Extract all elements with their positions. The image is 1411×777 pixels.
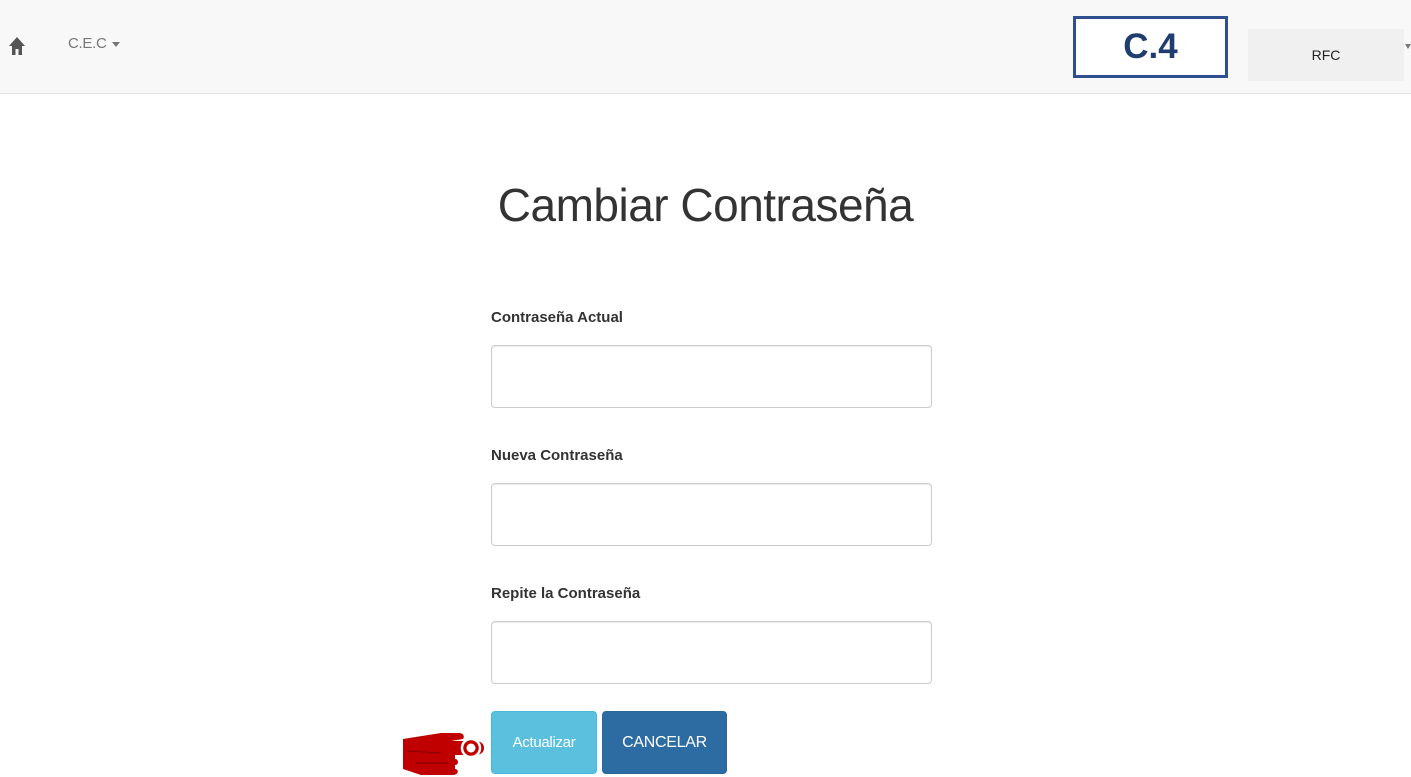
brand-label: C.E.C xyxy=(68,35,107,52)
brand-dropdown[interactable]: C.E.C xyxy=(68,35,120,52)
current-password-field[interactable] xyxy=(491,345,932,408)
user-menu[interactable]: RFC xyxy=(1248,29,1404,81)
cancel-button[interactable]: CANCELAR xyxy=(602,711,727,774)
current-password-label: Contraseña Actual xyxy=(491,309,623,326)
update-button[interactable]: Actualizar xyxy=(491,711,597,774)
new-password-label: Nueva Contraseña xyxy=(491,447,623,464)
page-title: Cambiar Contraseña xyxy=(497,179,914,231)
repeat-password-field[interactable] xyxy=(491,621,932,684)
user-label: RFC xyxy=(1311,47,1341,63)
section-tag: C.4 xyxy=(1073,16,1228,78)
chevron-down-icon xyxy=(111,41,120,47)
new-password-field[interactable] xyxy=(491,483,932,546)
user-menu-chevron-icon[interactable] xyxy=(1405,44,1411,49)
pointing-hand-icon xyxy=(403,733,484,775)
home-icon[interactable] xyxy=(9,37,25,55)
repeat-password-label: Repite la Contraseña xyxy=(491,585,641,602)
